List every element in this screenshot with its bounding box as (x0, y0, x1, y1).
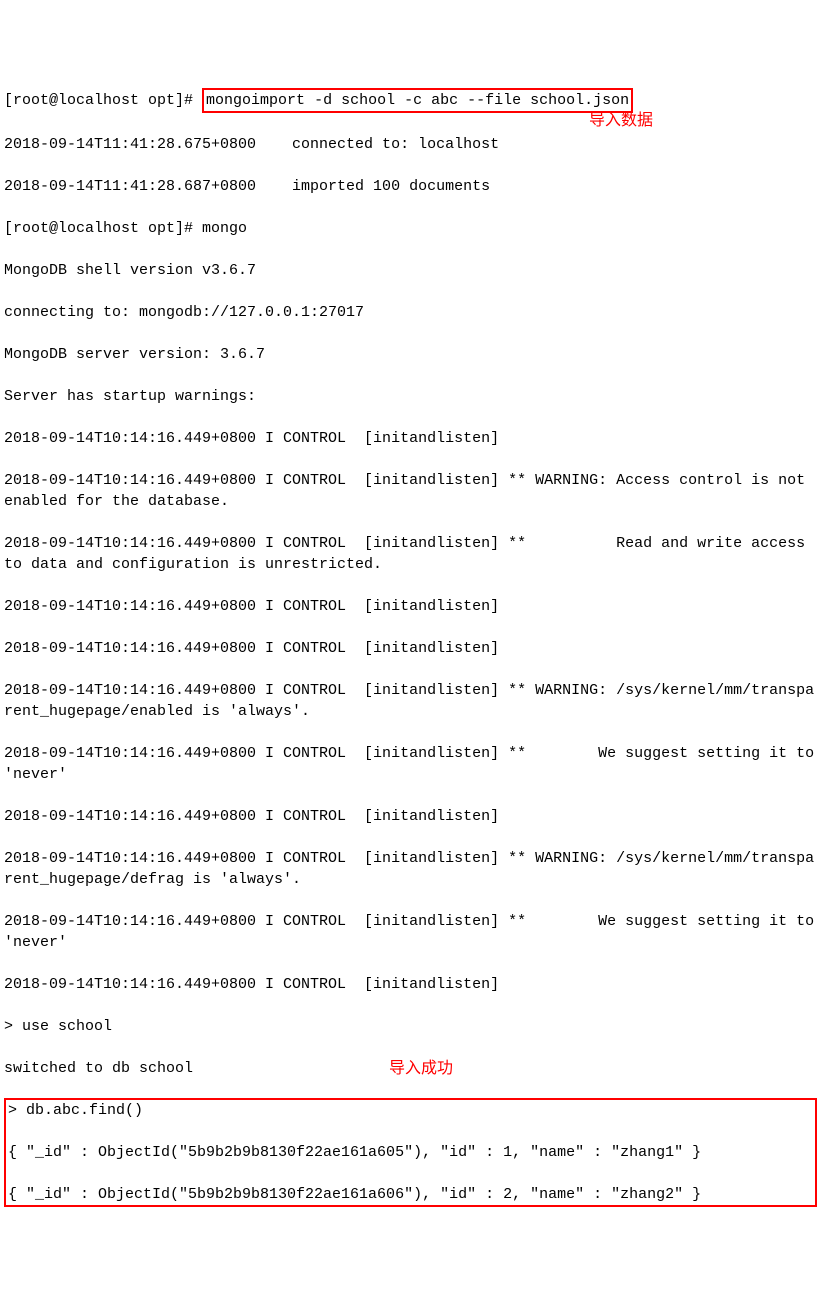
terminal-line: connecting to: mongodb://127.0.0.1:27017 (4, 302, 817, 323)
terminal-line: 2018-09-14T10:14:16.449+0800 I CONTROL [… (4, 596, 817, 617)
terminal-line: MongoDB server version: 3.6.7 (4, 344, 817, 365)
highlighted-command: mongoimport -d school -c abc --file scho… (202, 88, 633, 113)
terminal-line: 2018-09-14T10:14:16.449+0800 I CONTROL [… (4, 743, 817, 785)
terminal-line: 2018-09-14T10:14:16.449+0800 I CONTROL [… (4, 680, 817, 722)
terminal-line: > db.abc.find() (8, 1100, 813, 1121)
terminal-line: 2018-09-14T10:14:16.449+0800 I CONTROL [… (4, 428, 817, 449)
highlighted-query-result: > db.abc.find() { "_id" : ObjectId("5b9b… (4, 1098, 817, 1207)
annotation-import-data: 导入数据 (589, 110, 653, 132)
terminal-line: 2018-09-14T10:14:16.449+0800 I CONTROL [… (4, 848, 817, 890)
terminal-line: MongoDB shell version v3.6.7 (4, 260, 817, 281)
terminal-line: 2018-09-14T10:14:16.449+0800 I CONTROL [… (4, 806, 817, 827)
terminal-line: > use school (4, 1016, 817, 1037)
terminal-line: 2018-09-14T10:14:16.449+0800 I CONTROL [… (4, 974, 817, 995)
annotation-import-success: 导入成功 (389, 1058, 453, 1080)
terminal-line: [root@localhost opt]# mongoimport -d sch… (4, 88, 817, 113)
terminal-line: 2018-09-14T10:14:16.449+0800 I CONTROL [… (4, 911, 817, 953)
terminal-line: [root@localhost opt]# mongo (4, 218, 817, 239)
terminal-line: { "_id" : ObjectId("5b9b2b9b8130f22ae161… (8, 1184, 813, 1205)
terminal-line: { "_id" : ObjectId("5b9b2b9b8130f22ae161… (8, 1142, 813, 1163)
terminal-line: 2018-09-14T11:41:28.687+0800 imported 10… (4, 176, 817, 197)
shell-prompt: [root@localhost opt]# (4, 92, 202, 109)
terminal-line: 2018-09-14T11:41:28.675+0800 connected t… (4, 134, 817, 155)
terminal-line: Server has startup warnings: (4, 386, 817, 407)
terminal-line: 2018-09-14T10:14:16.449+0800 I CONTROL [… (4, 470, 817, 512)
terminal-line: 2018-09-14T10:14:16.449+0800 I CONTROL [… (4, 533, 817, 575)
terminal-line: 2018-09-14T10:14:16.449+0800 I CONTROL [… (4, 638, 817, 659)
